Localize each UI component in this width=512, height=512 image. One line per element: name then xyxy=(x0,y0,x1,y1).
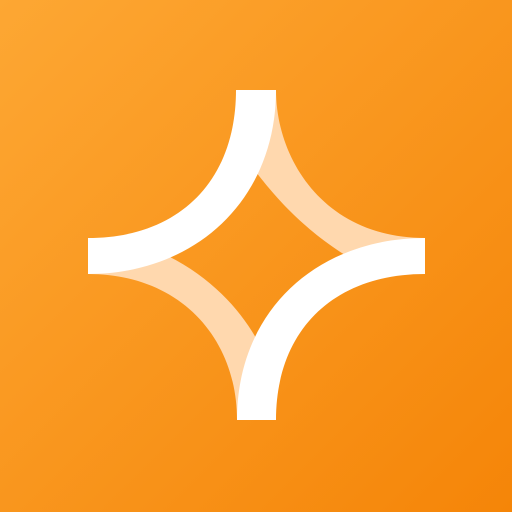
icon-background xyxy=(0,0,512,512)
sparkle-star-logo-icon xyxy=(0,0,512,512)
app-icon xyxy=(0,0,512,512)
